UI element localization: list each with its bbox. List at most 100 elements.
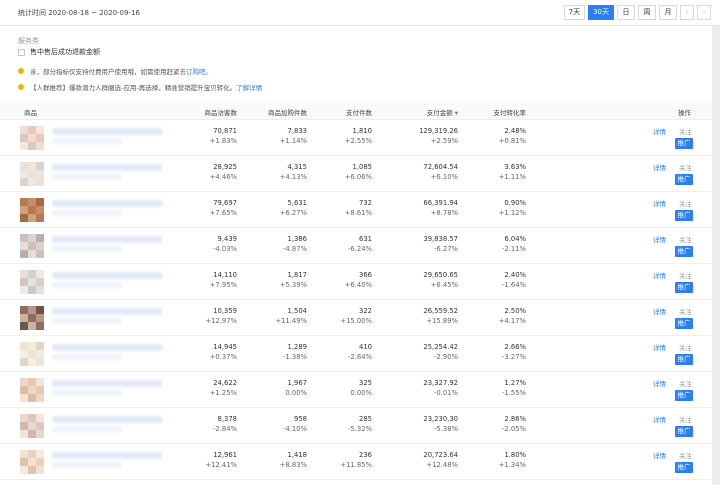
follow-link[interactable]: 关注: [679, 378, 692, 388]
subscribe-link[interactable]: 订购吧。: [186, 66, 212, 76]
detail-link[interactable]: 详情: [653, 342, 666, 352]
detail-link[interactable]: 详情: [653, 414, 666, 424]
product-title[interactable]: [52, 452, 162, 459]
detail-link[interactable]: 详情: [653, 378, 666, 388]
cell-cart-change: -4.87%: [282, 245, 307, 253]
cell-conversion-change: -3.27%: [501, 353, 526, 361]
chevron-right-icon[interactable]: ›: [697, 5, 711, 20]
follow-link[interactable]: 关注: [679, 342, 692, 352]
promote-button[interactable]: 推广: [675, 318, 693, 329]
product-title[interactable]: [52, 344, 162, 351]
table-row[interactable]: 28,925 +4.46% 4,315 +4.13% 1,085 +6.06% 72,604…: [0, 156, 712, 192]
product-title[interactable]: [52, 236, 162, 243]
promote-button[interactable]: 推广: [675, 390, 693, 401]
promote-button[interactable]: 推广: [675, 246, 693, 257]
range-day-button[interactable]: 日: [617, 5, 635, 20]
cell-pay-qty: 1,085 +6.06%: [312, 162, 372, 182]
refund-checkbox-row[interactable]: 售中售后成功退款金额: [18, 47, 100, 57]
cell-conversion-value: 3.63%: [504, 163, 526, 171]
product-thumbnail[interactable]: [20, 270, 44, 294]
detail-link[interactable]: 详情: [653, 126, 666, 136]
col-conversion[interactable]: 支付转化率: [494, 107, 527, 117]
col-visitors[interactable]: 商品访客数: [205, 107, 238, 117]
promote-button[interactable]: 推广: [675, 174, 693, 185]
cell-pay-qty-value: 1,810: [352, 127, 372, 135]
table-row[interactable]: 24,622 +1.25% 1,967 0.00% 325 0.00% 23,327.92 -…: [0, 372, 712, 408]
cell-pay-qty: 322 +15.00%: [312, 306, 372, 326]
product-thumbnail[interactable]: [20, 450, 44, 474]
product-subtitle: [52, 174, 122, 180]
table-row[interactable]: 14,945 +0.37% 1,289 -1.38% 410 -2.84% 25,254.4…: [0, 336, 712, 372]
product-subtitle: [52, 354, 122, 360]
table-row[interactable]: 70,871 +1.83% 7,833 +1.14% 1,810 +2.55% 129,31…: [0, 120, 712, 156]
follow-link[interactable]: 关注: [679, 450, 692, 460]
product-thumbnail[interactable]: [20, 306, 44, 330]
cell-conversion-change: -2.11%: [501, 245, 526, 253]
table-row[interactable]: 14,110 +7.95% 1,817 +5.39% 366 +6.40% 29,650.6…: [0, 264, 712, 300]
cell-amount-value: 26,559.52: [423, 307, 458, 315]
cell-cart: 1,289 -1.38%: [247, 342, 307, 362]
sort-down-icon[interactable]: ▾: [455, 109, 458, 117]
product-thumbnail[interactable]: [20, 378, 44, 402]
follow-link[interactable]: 关注: [679, 198, 692, 208]
product-title[interactable]: [52, 128, 162, 135]
range-month-button[interactable]: 月: [659, 5, 677, 20]
learn-more-link[interactable]: 了解详情: [236, 82, 262, 92]
product-thumbnail[interactable]: [20, 414, 44, 438]
cell-cart: 1,967 0.00%: [247, 378, 307, 398]
cell-visitors: 24,622 +1.25%: [177, 378, 237, 398]
table-row[interactable]: 9,439 -4.03% 1,386 -4.87% 631 -6.24% 39,838.57…: [0, 228, 712, 264]
follow-link[interactable]: 关注: [679, 234, 692, 244]
detail-link[interactable]: 详情: [653, 306, 666, 316]
table-row[interactable]: 12,961 +12.41% 1,418 +8.83% 236 +11.85% 20,723…: [0, 444, 712, 480]
promote-button[interactable]: 推广: [675, 210, 693, 221]
cell-cart-value: 1,386: [287, 235, 307, 243]
product-thumbnail[interactable]: [20, 342, 44, 366]
product-title[interactable]: [52, 272, 162, 279]
cell-visitors: 9,439 -4.03%: [177, 234, 237, 254]
product-title[interactable]: [52, 308, 162, 315]
promote-button[interactable]: 推广: [675, 138, 693, 149]
table-row[interactable]: 79,697 +7.65% 5,631 +6.27% 732 +8.61% 66,391.9…: [0, 192, 712, 228]
follow-link[interactable]: 关注: [679, 126, 692, 136]
detail-link[interactable]: 详情: [653, 198, 666, 208]
product-thumbnail[interactable]: [20, 234, 44, 258]
detail-link[interactable]: 详情: [653, 450, 666, 460]
product-thumbnail[interactable]: [20, 162, 44, 186]
product-title[interactable]: [52, 164, 162, 171]
follow-link[interactable]: 关注: [679, 162, 692, 172]
follow-link[interactable]: 关注: [679, 306, 692, 316]
cell-cart: 1,418 +8.83%: [247, 450, 307, 470]
cell-conversion-value: 1.27%: [504, 379, 526, 387]
detail-link[interactable]: 详情: [653, 234, 666, 244]
range-week-button[interactable]: 周: [638, 5, 656, 20]
refund-checkbox[interactable]: [18, 48, 25, 56]
range-30d-button[interactable]: 30天: [588, 5, 614, 20]
cell-conversion-change: -1.64%: [501, 281, 526, 289]
detail-link[interactable]: 详情: [653, 270, 666, 280]
col-cart[interactable]: 商品加购件数: [268, 107, 307, 117]
col-pay-qty[interactable]: 支付件数: [346, 107, 372, 117]
detail-link[interactable]: 详情: [653, 162, 666, 172]
product-title[interactable]: [52, 200, 162, 207]
product-thumbnail[interactable]: [20, 198, 44, 222]
cell-pay-qty: 410 -2.84%: [312, 342, 372, 362]
cell-pay-qty-value: 1,085: [352, 163, 372, 171]
col-amount[interactable]: 支付金额 ▾: [427, 107, 458, 117]
range-7d-button[interactable]: 7天: [563, 5, 586, 20]
chevron-left-icon[interactable]: ‹: [680, 5, 694, 20]
cell-conversion-change: +0.81%: [498, 137, 526, 145]
follow-link[interactable]: 关注: [679, 414, 692, 424]
promote-button[interactable]: 推广: [675, 426, 693, 437]
product-thumbnail[interactable]: [20, 126, 44, 150]
promote-button[interactable]: 推广: [675, 282, 693, 293]
table-row[interactable]: 10,359 +12.97% 1,504 +11.49% 322 +15.00% 26,55…: [0, 300, 712, 336]
product-title[interactable]: [52, 416, 162, 423]
product-title[interactable]: [52, 380, 162, 387]
promote-button[interactable]: 推广: [675, 354, 693, 365]
promote-button[interactable]: 推广: [675, 462, 693, 473]
cell-pay-qty-change: -6.24%: [347, 245, 372, 253]
scrollbar[interactable]: [712, 26, 720, 485]
follow-link[interactable]: 关注: [679, 270, 692, 280]
table-row[interactable]: 8,378 -2.84% 958 -4.10% 285 -5.32% 23,230.30 -5…: [0, 408, 712, 444]
